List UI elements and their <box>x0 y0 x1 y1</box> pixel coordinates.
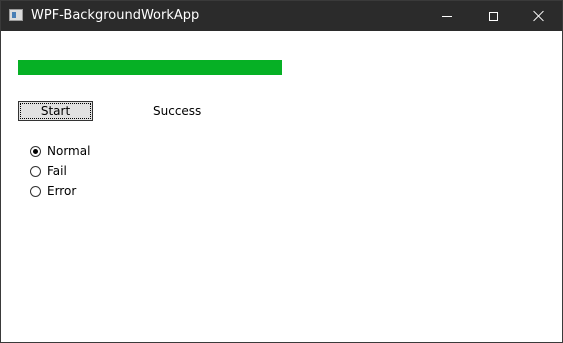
app-window: WPF-BackgroundWorkApp Start Success Norm… <box>0 0 563 343</box>
close-button[interactable] <box>516 1 562 31</box>
mode-radio-group: Normal Fail Error <box>30 141 90 201</box>
maximize-button[interactable] <box>470 1 516 31</box>
radio-button[interactable] <box>30 185 41 197</box>
close-icon <box>533 10 545 22</box>
radio-button[interactable] <box>30 145 41 157</box>
status-label: Success <box>153 104 202 118</box>
start-button[interactable]: Start <box>18 101 93 121</box>
progress-bar <box>18 60 282 75</box>
radio-label: Error <box>47 184 77 198</box>
radio-option-normal[interactable]: Normal <box>30 141 90 161</box>
radio-label: Fail <box>47 164 67 178</box>
radio-option-error[interactable]: Error <box>30 181 90 201</box>
progress-bar-fill <box>18 60 282 75</box>
radio-option-fail[interactable]: Fail <box>30 161 90 181</box>
window-title: WPF-BackgroundWorkApp <box>31 8 200 23</box>
maximize-icon <box>488 11 498 21</box>
radio-label: Normal <box>47 144 91 158</box>
minimize-button[interactable] <box>424 1 470 31</box>
title-bar[interactable]: WPF-BackgroundWorkApp <box>1 1 562 31</box>
minimize-icon <box>442 15 452 17</box>
app-icon <box>9 9 23 21</box>
radio-button[interactable] <box>30 165 41 177</box>
